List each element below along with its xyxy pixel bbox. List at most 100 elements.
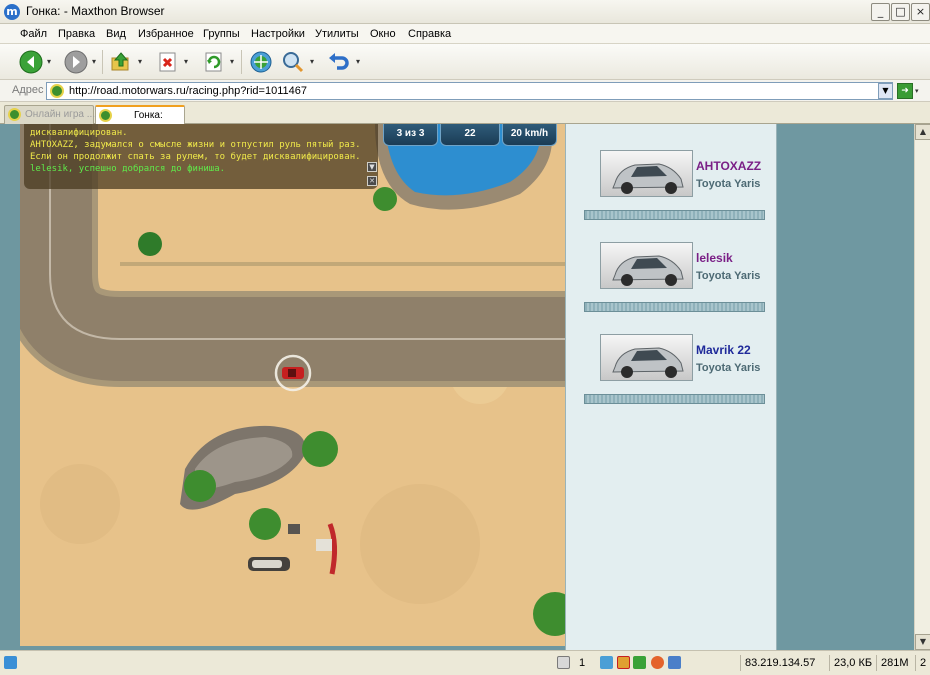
chat-scroll-down-icon[interactable]: ▼: [367, 162, 377, 172]
race-game-canvas[interactable]: дисквалифицирован. AHTOXAZZ, задумался о…: [20, 124, 565, 646]
speedometer: 20 km/h: [502, 124, 557, 146]
chat-message: lelesik, успешно добрался до финиша.: [30, 164, 226, 174]
race-track-map: [20, 124, 565, 636]
page-content: дисквалифицирован. AHTOXAZZ, задумался о…: [0, 124, 914, 650]
home-button[interactable]: [248, 49, 274, 75]
menu-file[interactable]: Файл: [20, 28, 47, 40]
menu-bar: Файл Правка Вид Избранное Группы Настрой…: [0, 24, 930, 44]
player-card[interactable]: lelesik Toyota Yaris: [584, 242, 766, 334]
menu-edit[interactable]: Правка: [58, 28, 95, 40]
player-card[interactable]: AHTOXAZZ Toyota Yaris: [584, 150, 766, 242]
vertical-scrollbar[interactable]: ▲ ▼: [914, 124, 930, 650]
up-button[interactable]: [108, 49, 134, 75]
player-card[interactable]: Mavrik 22 Toyota Yaris: [584, 334, 766, 426]
back-dropdown-icon[interactable]: ▾: [47, 58, 55, 66]
player-car-model: Toyota Yaris: [696, 362, 761, 374]
back-button[interactable]: [18, 49, 44, 75]
sun-icon[interactable]: [651, 656, 664, 669]
car-icon: [612, 163, 684, 194]
chat-message: AHTOXAZZ, задумался о смысле жизни и отп…: [30, 140, 361, 150]
tab-label: Гонка:: [134, 110, 163, 121]
refresh-dropdown-icon[interactable]: ▾: [230, 58, 238, 66]
page-left-margin: [0, 124, 20, 650]
undo-button[interactable]: [326, 49, 352, 75]
screenshot-icon[interactable]: [668, 656, 681, 669]
go-button[interactable]: ➜: [897, 83, 913, 99]
menu-favorites[interactable]: Избранное: [138, 28, 194, 40]
memory-usage: 281M: [876, 655, 909, 671]
magnifier-icon: [283, 52, 304, 73]
chat-message: Если он продолжит спать за рулем, то буд…: [30, 152, 361, 162]
toolbar-separator: [102, 50, 103, 74]
car-icon: [612, 347, 684, 378]
menu-window[interactable]: Окно: [370, 28, 396, 40]
stop-button[interactable]: [155, 49, 181, 75]
menu-help[interactable]: Справка: [408, 28, 451, 40]
favorites-dropdown-icon[interactable]: ▾: [310, 58, 318, 66]
maximize-button[interactable]: □: [891, 3, 910, 21]
ip-address: 83.219.134.57: [740, 655, 815, 671]
lap-counter: 3 из 3: [383, 124, 438, 146]
address-bar: Адрес http://road.motorwars.ru/racing.ph…: [0, 80, 930, 102]
refresh-button[interactable]: [201, 49, 227, 75]
refresh-status-icon[interactable]: [633, 656, 646, 669]
player-car-model: Toyota Yaris: [696, 178, 761, 190]
tabs-icon[interactable]: [557, 656, 570, 669]
player-progress-bar: [584, 210, 765, 220]
up-dropdown-icon[interactable]: ▾: [138, 58, 146, 66]
scroll-down-icon[interactable]: ▼: [915, 634, 930, 650]
network-icon[interactable]: [600, 656, 613, 669]
menu-view[interactable]: Вид: [106, 28, 126, 40]
go-dropdown-icon[interactable]: ▾: [915, 87, 919, 95]
address-input[interactable]: http://road.motorwars.ru/racing.php?rid=…: [46, 82, 893, 100]
stop-dropdown-icon[interactable]: ▾: [184, 58, 192, 66]
race-chat-log: дисквалифицирован. AHTOXAZZ, задумался о…: [24, 124, 378, 189]
scroll-up-icon[interactable]: ▲: [915, 124, 930, 140]
player-car-model: Toyota Yaris: [696, 270, 761, 282]
folder-up-icon: [111, 52, 129, 71]
menu-settings[interactable]: Настройки: [251, 28, 305, 40]
chat-close-icon[interactable]: ✕: [367, 176, 377, 186]
address-dropdown-icon[interactable]: ▼: [878, 83, 893, 99]
address-label: Адрес: [12, 84, 44, 96]
toolbar: ▾ ▾ ▾ ▾ ▾ ▾ ▾: [0, 44, 930, 80]
minimize-button[interactable]: _: [871, 3, 890, 21]
home-globe-icon: [250, 51, 272, 73]
tab-bar: Онлайн игра ... Гонка:: [0, 103, 930, 124]
player-progress-bar: [584, 394, 765, 404]
tabs-count: 1: [579, 657, 586, 669]
title-bar: m Гонка: - Maxthon Browser _ □ ×: [0, 0, 930, 24]
popup-blocker-icon[interactable]: [617, 656, 630, 669]
player-name[interactable]: lelesik: [696, 251, 733, 265]
tab-online-game[interactable]: Онлайн игра ...: [4, 105, 95, 124]
status-bar: 1 83.219.134.57 23,0 КБ 281M 2: [0, 650, 930, 675]
browser-window: m Гонка: - Maxthon Browser _ □ × Файл Пр…: [0, 0, 930, 675]
forward-button[interactable]: [63, 49, 89, 75]
forward-arrow-icon: [64, 50, 88, 74]
forward-dropdown-icon[interactable]: ▾: [92, 58, 100, 66]
menu-groups[interactable]: Группы: [203, 28, 240, 40]
maxthon-logo-icon: m: [4, 4, 20, 20]
player-name[interactable]: AHTOXAZZ: [696, 159, 761, 173]
status-page-icon: [4, 656, 17, 669]
close-button[interactable]: ×: [911, 3, 930, 21]
tab-favicon-icon: [99, 109, 112, 122]
chat-message: дисквалифицирован.: [30, 128, 128, 138]
player-name[interactable]: Mavrik 22: [696, 343, 751, 357]
car-icon: [612, 255, 684, 286]
refresh-icon: [205, 52, 222, 72]
site-favicon-icon: [50, 84, 64, 98]
window-title: Гонка: - Maxthon Browser: [26, 4, 165, 18]
car-image: [600, 242, 693, 289]
undo-icon: [329, 53, 349, 70]
page-right-margin: [777, 124, 914, 650]
players-panel: AHTOXAZZ Toyota Yaris lelesik Toyota Yar…: [565, 124, 777, 650]
favorites-button[interactable]: [280, 49, 306, 75]
tab-race[interactable]: Гонка:: [95, 105, 185, 124]
menu-utilities[interactable]: Утилиты: [315, 28, 359, 40]
back-arrow-icon: [19, 50, 43, 74]
address-url: http://road.motorwars.ru/racing.php?rid=…: [69, 85, 307, 97]
status-extra: 2: [915, 655, 926, 671]
undo-dropdown-icon[interactable]: ▾: [356, 58, 364, 66]
page-size: 23,0 КБ: [829, 655, 872, 671]
